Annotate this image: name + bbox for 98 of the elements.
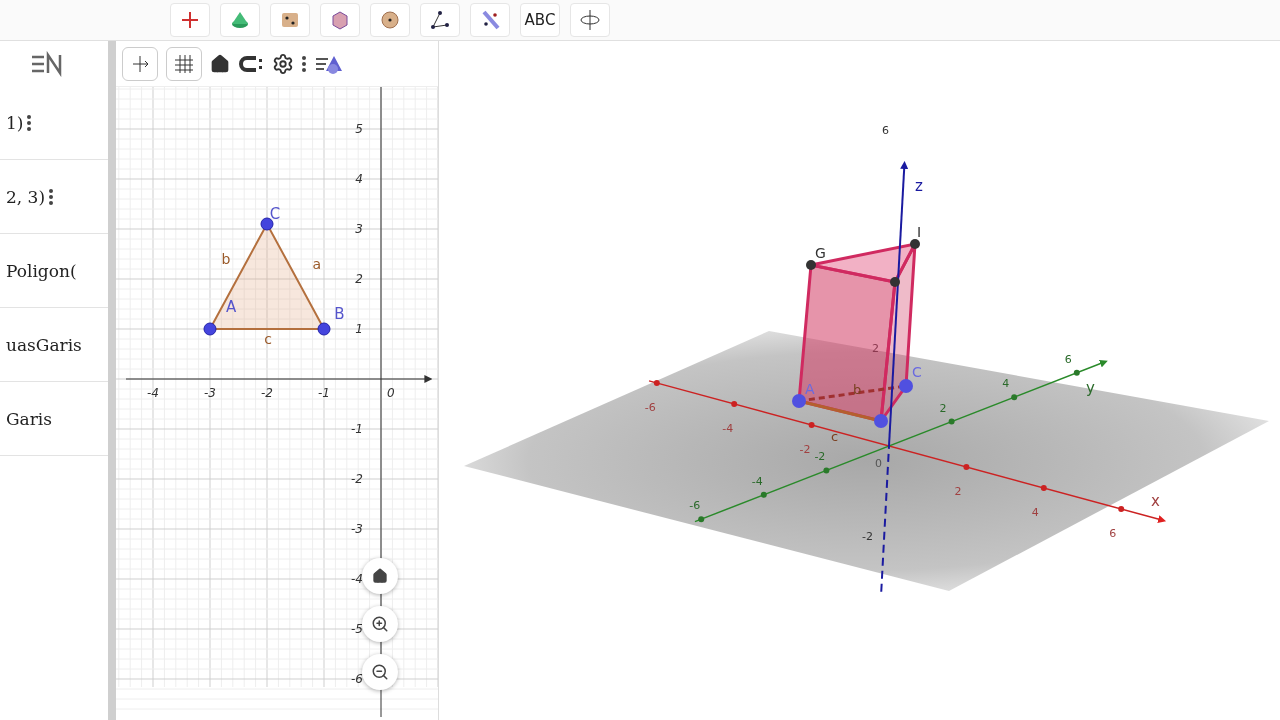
tick-mark bbox=[731, 401, 738, 407]
tick-label: -4 bbox=[351, 572, 363, 586]
tick-mark bbox=[760, 491, 767, 498]
zoom-out-icon bbox=[371, 663, 389, 681]
grid-icon bbox=[173, 52, 195, 75]
home-icon bbox=[372, 568, 388, 584]
grid-toggle[interactable] bbox=[166, 46, 202, 81]
tick-mark bbox=[823, 467, 830, 474]
algebra-text: 1) bbox=[6, 112, 24, 133]
tick-label: -2 bbox=[799, 443, 811, 456]
tick-label: 4 bbox=[1002, 377, 1010, 391]
row-menu-button[interactable] bbox=[49, 188, 54, 205]
tick-mark bbox=[963, 464, 970, 470]
graphics-3d-view[interactable]: -6 -4 -2 2 4 6 -6 -4 -2 2 4 6 6 2 -2 0 x y z A C G I b c bbox=[439, 41, 1280, 720]
zoom-out-button[interactable] bbox=[362, 654, 398, 690]
point-label: C bbox=[269, 205, 281, 223]
algebra-row[interactable]: Poligon( bbox=[0, 234, 108, 308]
point-label: I bbox=[917, 224, 922, 240]
tick-mark bbox=[1118, 506, 1125, 512]
tick-label: 6 bbox=[1109, 527, 1117, 540]
tick-label: -1 bbox=[351, 422, 363, 436]
tick-label: -2 bbox=[351, 472, 363, 486]
zoom-in-icon bbox=[371, 615, 389, 633]
tick-label: -4 bbox=[147, 386, 159, 400]
tick-label: -4 bbox=[722, 422, 734, 435]
tick-label: 2 bbox=[355, 272, 363, 286]
rotate-icon bbox=[578, 8, 602, 32]
tick-label: 2 bbox=[954, 485, 962, 498]
tick-label: 5 bbox=[355, 122, 363, 136]
tick-mark bbox=[698, 516, 705, 523]
algebra-text: Poligon( bbox=[6, 260, 77, 281]
edge-label: b bbox=[853, 382, 862, 397]
tick-mark bbox=[1073, 369, 1080, 376]
text-tool-button[interactable]: ABC bbox=[520, 3, 560, 37]
edge-label: c bbox=[831, 429, 839, 444]
algebra-text: 2, 3) bbox=[6, 186, 46, 207]
row-menu-button[interactable] bbox=[27, 114, 32, 131]
settings-button[interactable] bbox=[272, 52, 294, 75]
tick-label: 6 bbox=[1064, 352, 1072, 366]
algebra-row[interactable]: 2, 3) bbox=[0, 160, 108, 234]
home-button[interactable] bbox=[210, 53, 230, 74]
tick-label: -1 bbox=[318, 386, 330, 400]
tick-label: -3 bbox=[351, 522, 363, 536]
side-label: b bbox=[221, 251, 231, 267]
kebab-icon bbox=[302, 55, 306, 72]
angle-icon bbox=[428, 8, 452, 32]
point-label: G bbox=[815, 245, 826, 261]
axis-label: x bbox=[1151, 492, 1160, 510]
tick-label: 0 bbox=[875, 457, 882, 470]
algebra-row[interactable]: 1) bbox=[0, 86, 108, 160]
tick-label: -4 bbox=[751, 474, 763, 488]
circle-icon bbox=[378, 8, 402, 32]
tick-label: 0 bbox=[387, 386, 395, 400]
tick-label: -5 bbox=[351, 622, 363, 636]
tick-label: -6 bbox=[644, 401, 656, 414]
axis-label: z bbox=[915, 177, 923, 195]
tick-mark bbox=[653, 380, 660, 386]
graphics-view[interactable]: -4 -3 -2 -1 0 5 4 3 2 1 -1 -2 -3 -4 -5 -6 A B C b a c bbox=[116, 87, 438, 717]
tick-label: -3 bbox=[204, 386, 216, 400]
tick-label: 2 bbox=[872, 342, 879, 355]
tick-label: 1 bbox=[355, 322, 363, 336]
point-label: A bbox=[805, 381, 815, 397]
axes-toggle[interactable] bbox=[122, 46, 158, 81]
point-label: B bbox=[334, 305, 345, 323]
tick-label: -2 bbox=[814, 450, 826, 464]
axis-label: y bbox=[1086, 379, 1095, 397]
tick-label: 4 bbox=[355, 172, 363, 186]
tick-label: 3 bbox=[355, 222, 363, 236]
tool-button[interactable] bbox=[170, 3, 210, 37]
tick-label: -2 bbox=[862, 530, 873, 543]
more-button[interactable] bbox=[302, 55, 306, 72]
home-icon bbox=[210, 53, 230, 74]
algebra-row[interactable]: uasGaris bbox=[0, 308, 108, 382]
tool-button[interactable] bbox=[420, 3, 460, 37]
tick-label: -2 bbox=[261, 386, 273, 400]
kebab-icon bbox=[49, 188, 54, 205]
triangle[interactable] bbox=[203, 217, 331, 336]
point-label: C bbox=[912, 364, 922, 380]
zoom-in-button[interactable] bbox=[362, 606, 398, 642]
side-label: c bbox=[264, 331, 272, 347]
tick-label: 2 bbox=[939, 401, 947, 415]
rotate-view-button[interactable] bbox=[570, 3, 610, 37]
kebab-icon bbox=[27, 114, 32, 131]
tick-label: 4 bbox=[1031, 506, 1039, 519]
point-label: A bbox=[225, 297, 237, 316]
home-button[interactable] bbox=[362, 558, 398, 594]
algebra-row[interactable]: Garis bbox=[0, 382, 108, 456]
tick-mark bbox=[1011, 394, 1018, 401]
side-label: a bbox=[312, 256, 322, 272]
tick-mark bbox=[1040, 485, 1047, 491]
tick-mark bbox=[808, 422, 815, 428]
tick-label: -6 bbox=[689, 499, 701, 513]
tick-label: 6 bbox=[882, 124, 889, 137]
algebra-text: uasGaris bbox=[6, 334, 82, 355]
algebra-text: Garis bbox=[6, 408, 52, 429]
tick-mark bbox=[948, 418, 955, 425]
settings-icon bbox=[272, 52, 294, 75]
tick-label: -6 bbox=[351, 672, 363, 686]
